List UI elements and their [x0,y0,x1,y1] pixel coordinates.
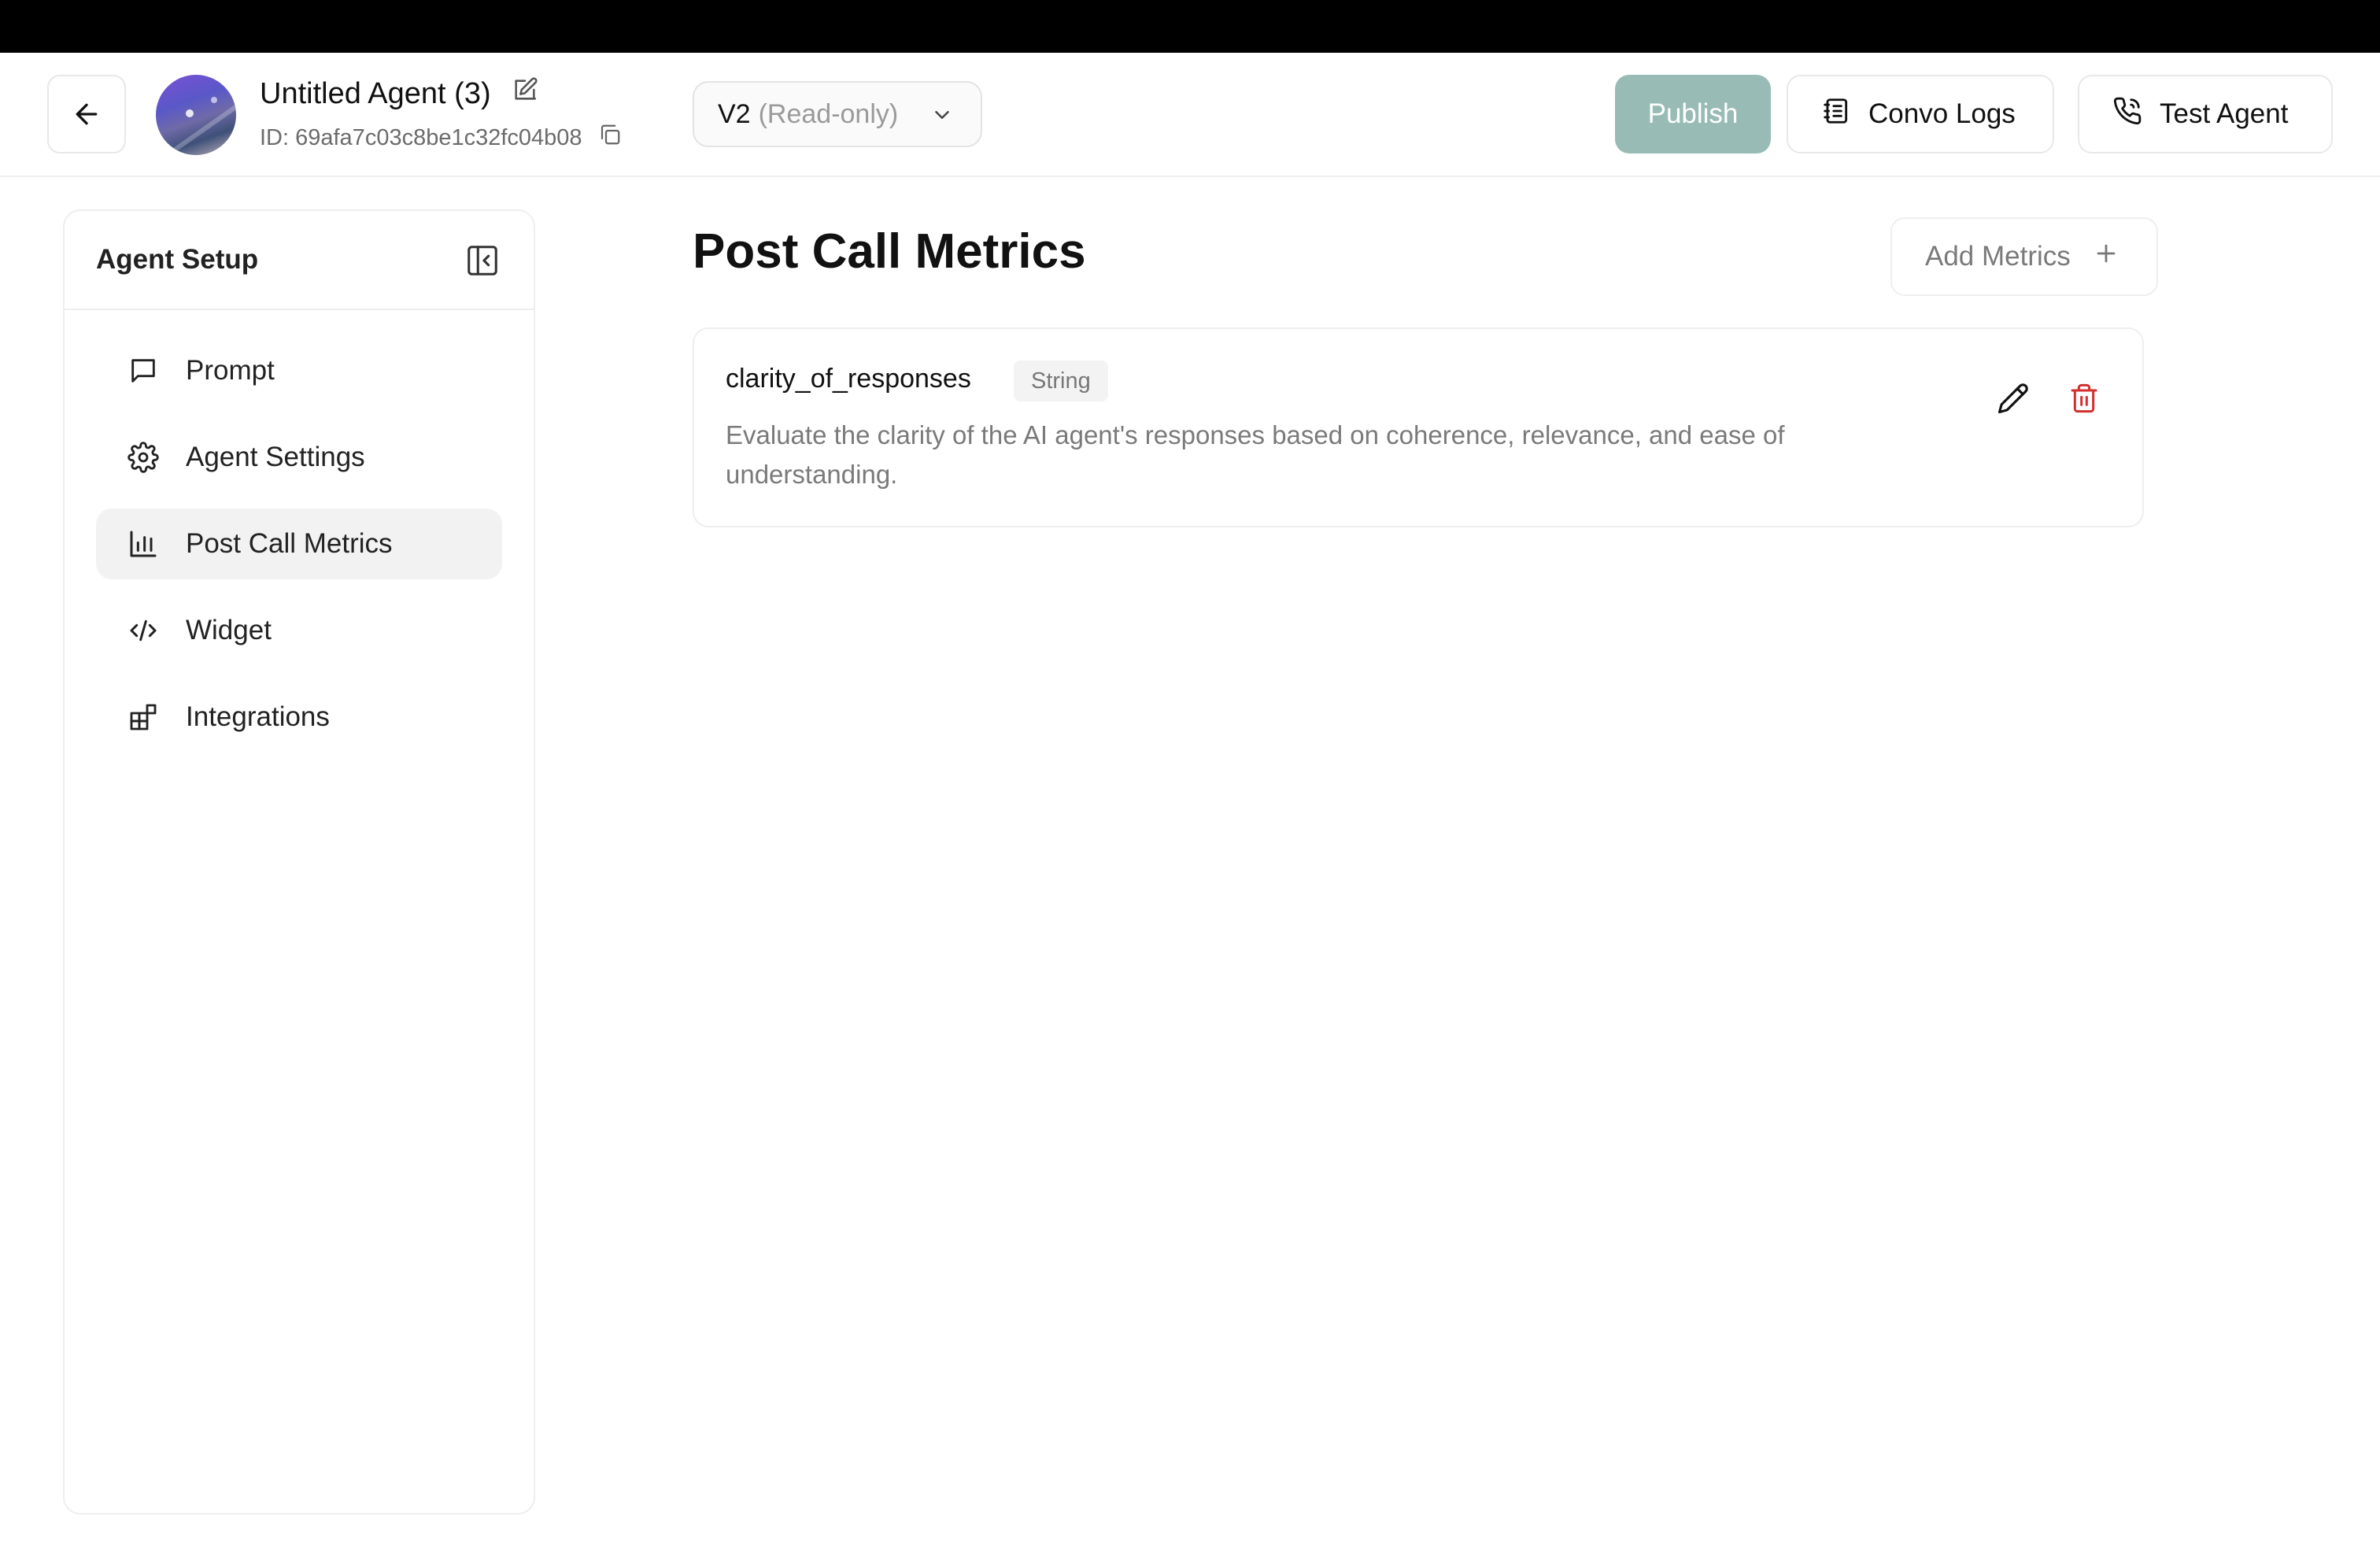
edit-metric-button[interactable] [1990,375,2037,422]
edit-name-icon[interactable] [512,76,538,111]
phone-call-icon [2112,96,2142,133]
agent-id-row: ID: 69afa7c03c8be1c32fc04b08 [260,123,622,153]
add-metrics-label: Add Metrics [1925,241,2071,272]
chat-bubble-icon [128,355,159,386]
notebook-icon [1821,96,1851,133]
sidebar-item-label: Widget [186,615,272,645]
gear-icon [128,442,159,473]
agent-name: Untitled Agent (3) [260,76,491,110]
plus-icon [2093,240,2119,274]
sidebar-item-label: Post Call Metrics [186,528,393,559]
integrations-icon [128,701,159,733]
agent-id: ID: 69afa7c03c8be1c32fc04b08 [260,124,582,150]
publish-button[interactable]: Publish [1615,75,1771,153]
test-agent-label: Test Agent [2160,98,2289,129]
delete-metric-button[interactable] [2060,375,2108,422]
sidebar-item-integrations[interactable]: Integrations [96,682,502,753]
agent-header: Untitled Agent (3) ID: 69afa7c03c8be1c32… [0,53,2380,177]
metric-name: clarity_of_responses [726,364,971,394]
sidebar-item-label: Integrations [186,701,330,732]
page-title: Post Call Metrics [693,224,1086,279]
convo-logs-label: Convo Logs [1868,98,2016,129]
sidebar-header: Agent Setup [65,211,534,310]
sidebar-item-widget[interactable]: Widget [96,595,502,666]
trash-icon [2071,383,2097,413]
version-select[interactable]: V2 (Read-only) [693,81,982,147]
metric-card: clarity_of_responses String Evaluate the… [693,327,2144,527]
sidebar-title: Agent Setup [96,244,259,275]
version-label: V2 [718,98,751,129]
system-top-bar [0,0,2380,53]
sidebar-item-label: Agent Settings [186,442,365,472]
back-button[interactable] [47,75,126,153]
sidebar-item-post-call-metrics[interactable]: Post Call Metrics [96,509,502,579]
sidebar-item-prompt[interactable]: Prompt [96,335,502,406]
agent-title-row: Untitled Agent (3) [260,76,538,111]
sidebar-item-label: Prompt [186,355,275,386]
pencil-icon [1998,383,2028,414]
version-mode: (Read-only) [758,98,899,129]
add-metrics-button[interactable]: Add Metrics [1890,217,2158,296]
agent-avatar [156,75,236,155]
copy-id-icon[interactable] [598,123,622,153]
metric-description: Evaluate the clarity of the AI agent's r… [726,420,1785,489]
arrow-left-icon [76,103,98,125]
sidebar-nav: Prompt Agent Settings Post Call Metrics … [96,335,502,768]
chevron-down-icon [930,103,954,134]
test-agent-button[interactable]: Test Agent [2078,75,2333,153]
collapse-sidebar-icon[interactable] [464,242,501,283]
metric-type-badge: String [1014,361,1108,401]
bar-chart-icon [128,528,159,560]
code-icon [128,615,159,646]
convo-logs-button[interactable]: Convo Logs [1787,75,2054,153]
sidebar-item-agent-settings[interactable]: Agent Settings [96,422,502,493]
agent-setup-sidebar: Agent Setup Prompt Agent Settings Post C… [63,209,535,1515]
